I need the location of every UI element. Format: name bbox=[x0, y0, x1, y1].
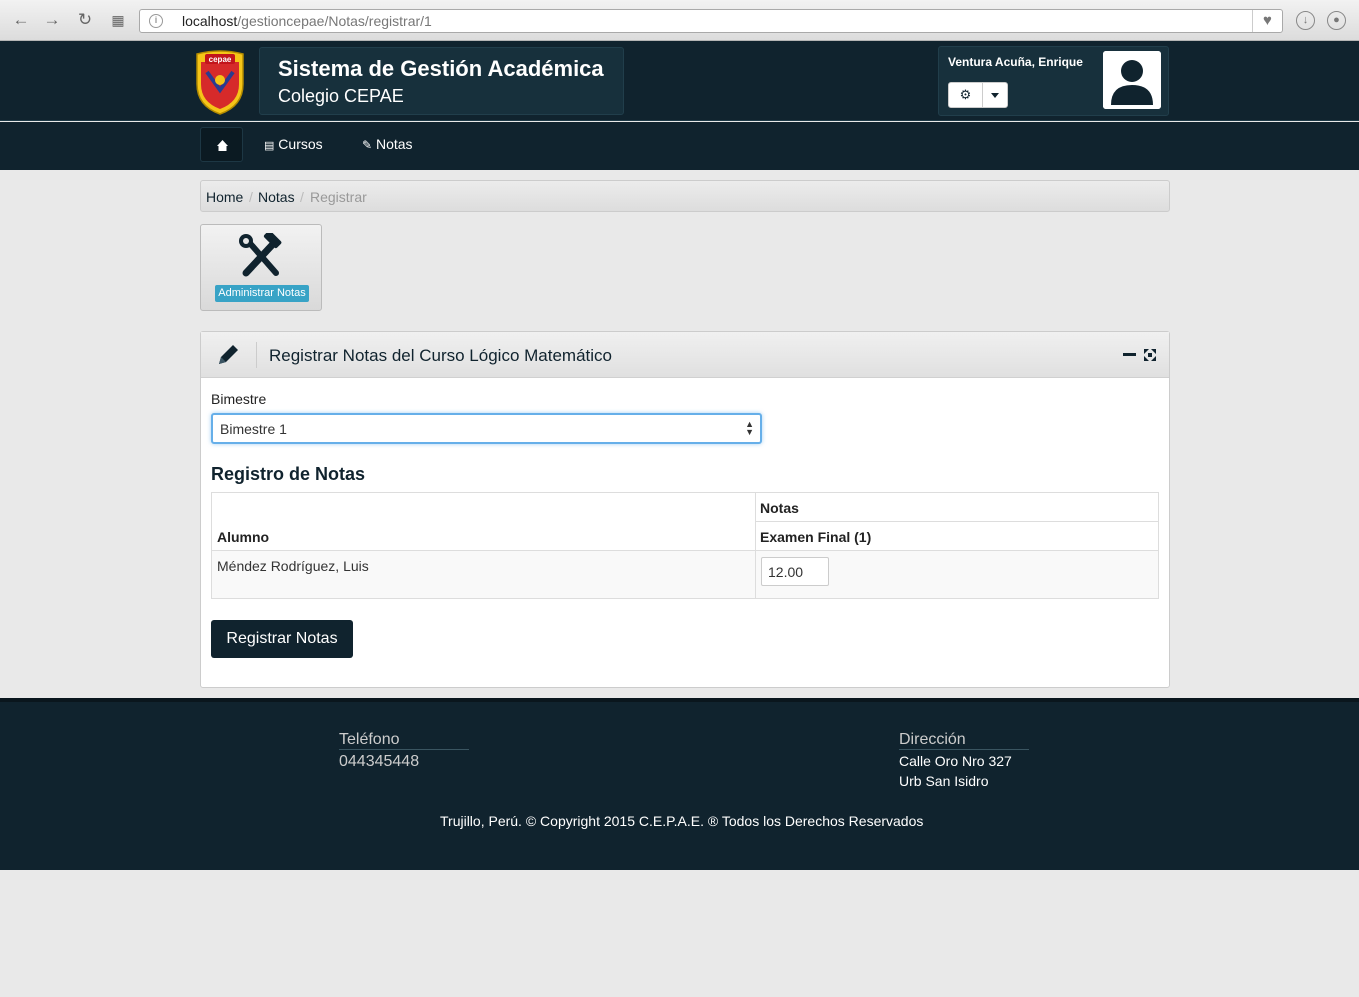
select-arrows-icon: ▲ ▼ bbox=[745, 419, 754, 437]
section-title: Registro de Notas bbox=[211, 464, 366, 484]
bookmark-icon[interactable]: ♥ bbox=[1252, 10, 1282, 32]
edit-icon: ✎ bbox=[362, 138, 373, 152]
admin-notas-label: Administrar Notas bbox=[215, 285, 309, 302]
grades-table: Notas Alumno Examen Final (1) Méndez Rod… bbox=[211, 492, 1159, 599]
address-line-1: Calle Oro Nro 327 bbox=[899, 753, 1012, 769]
apps-icon[interactable]: ▦ bbox=[108, 10, 128, 30]
footer-divider bbox=[899, 749, 1029, 750]
info-icon[interactable]: i bbox=[149, 14, 163, 28]
student-name: Méndez Rodríguez, Luis bbox=[217, 558, 369, 574]
avatar[interactable] bbox=[1103, 51, 1161, 109]
notas-group-header: Notas bbox=[760, 500, 799, 516]
profile-icon[interactable]: ● bbox=[1327, 11, 1346, 30]
school-name: Colegio CEPAE bbox=[278, 86, 404, 106]
user-name: Ventura Acuña, Enrique bbox=[948, 55, 1083, 69]
breadcrumb-separator: / bbox=[249, 189, 253, 205]
minimize-icon[interactable] bbox=[1123, 353, 1136, 356]
reload-icon[interactable]: ↻ bbox=[75, 10, 95, 30]
breadcrumb-notas[interactable]: Notas bbox=[258, 189, 295, 205]
breadcrumb-separator: / bbox=[300, 189, 304, 205]
breadcrumb-current: Registrar bbox=[310, 189, 367, 205]
nav-home[interactable] bbox=[200, 127, 243, 162]
table-divider bbox=[755, 521, 1158, 522]
expand-icon[interactable] bbox=[1143, 348, 1157, 367]
user-panel: Ventura Acuña, Enrique ⚙ bbox=[938, 46, 1169, 116]
nav-notas[interactable]: ✎ Notas bbox=[362, 136, 413, 152]
examen-final-column-header: Examen Final (1) bbox=[760, 529, 872, 545]
nav-cursos[interactable]: ▤ Cursos bbox=[264, 136, 323, 152]
tools-icon bbox=[234, 230, 288, 284]
grade-input[interactable]: 12.00 bbox=[761, 557, 829, 586]
school-logo[interactable]: cepae bbox=[193, 50, 247, 121]
url-text: localhost/gestioncepae/Notas/registrar/1 bbox=[182, 13, 432, 29]
main-nav: ▤ Cursos ✎ Notas bbox=[0, 122, 1359, 170]
home-icon bbox=[217, 140, 228, 151]
download-icon[interactable]: ↓ bbox=[1296, 11, 1315, 30]
nav-notas-label: Notas bbox=[375, 136, 413, 152]
address-heading: Dirección bbox=[899, 731, 966, 748]
user-settings-dropdown[interactable]: ⚙ bbox=[948, 82, 1008, 108]
site-footer: Teléfono 044345448 Dirección Calle Oro N… bbox=[0, 698, 1359, 870]
panel-title: Registrar Notas del Curso Lógico Matemát… bbox=[269, 346, 612, 365]
chevron-down-icon[interactable] bbox=[983, 83, 1008, 107]
logo-text: cepae bbox=[209, 55, 232, 64]
footer-divider bbox=[339, 749, 469, 750]
table-divider bbox=[755, 493, 756, 598]
address-line-2: Urb San Isidro bbox=[899, 773, 989, 789]
registrar-notas-button[interactable]: Registrar Notas bbox=[211, 620, 353, 658]
breadcrumb-home[interactable]: Home bbox=[206, 189, 243, 205]
browser-toolbar: ← → ↻ ▦ i localhost/gestioncepae/Notas/r… bbox=[0, 0, 1359, 41]
panel-header: Registrar Notas del Curso Lógico Matemát… bbox=[201, 332, 1169, 378]
list-icon: ▤ bbox=[264, 140, 275, 152]
bimestre-selected-value: Bimestre 1 bbox=[220, 421, 287, 437]
phone-number: 044345448 bbox=[339, 753, 420, 770]
pencil-icon bbox=[215, 342, 241, 373]
back-icon[interactable]: ← bbox=[11, 10, 31, 30]
breadcrumb: Home / Notas / Registrar bbox=[200, 180, 1170, 212]
copyright-text: Trujillo, Perú. © Copyright 2015 C.E.P.A… bbox=[440, 813, 924, 829]
bimestre-label: Bimestre bbox=[211, 391, 267, 407]
table-divider bbox=[212, 550, 1158, 551]
phone-heading: Teléfono bbox=[339, 731, 400, 748]
registrar-notas-panel: Registrar Notas del Curso Lógico Matemát… bbox=[200, 331, 1170, 688]
alumno-column-header: Alumno bbox=[217, 529, 270, 545]
app-title: Sistema de Gestión Académica bbox=[278, 56, 604, 81]
gear-icon[interactable]: ⚙ bbox=[949, 83, 983, 107]
bimestre-select[interactable]: Bimestre 1 ▲ ▼ bbox=[211, 413, 762, 444]
brand-box: Sistema de Gestión Académica Colegio CEP… bbox=[259, 47, 624, 115]
forward-icon[interactable]: → bbox=[42, 10, 62, 30]
address-bar[interactable]: i localhost/gestioncepae/Notas/registrar… bbox=[139, 9, 1283, 33]
panel-header-divider bbox=[256, 342, 257, 368]
nav-cursos-label: Cursos bbox=[278, 136, 323, 152]
admin-notas-shortcut[interactable]: Administrar Notas bbox=[200, 224, 322, 311]
